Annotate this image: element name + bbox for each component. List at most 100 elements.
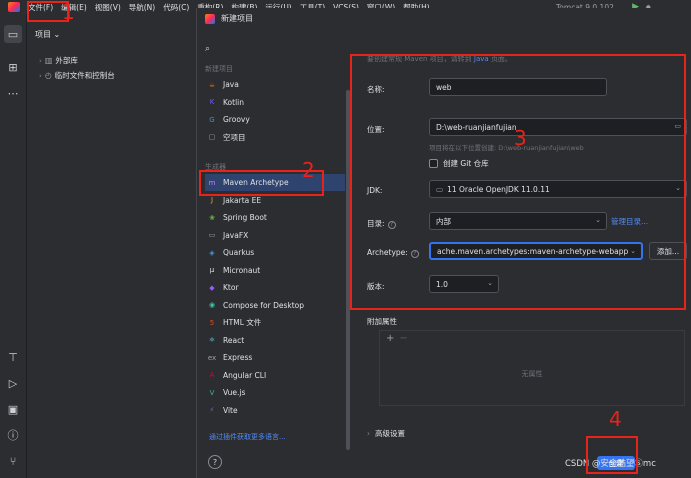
remove-icon[interactable]: − <box>399 333 407 344</box>
dialog-title: 新建项目 <box>221 14 253 23</box>
sidebar-item-empty-project[interactable]: ▢ 空项目 <box>205 129 345 146</box>
java-page-link[interactable]: Java <box>474 55 489 63</box>
sidebar-scrollbar[interactable] <box>346 90 350 450</box>
structure-icon[interactable]: ⊞ <box>4 58 22 76</box>
sidebar-item-javafx[interactable]: ▭ JavaFX <box>205 227 345 244</box>
search-icon[interactable]: ⌕ <box>205 44 210 54</box>
menu-view[interactable]: 视图(V) <box>91 2 125 13</box>
sidebar-item-label: Jakarta EE <box>223 195 262 205</box>
sidebar-item-vite[interactable]: ⚡ Vite <box>205 402 345 419</box>
help-icon[interactable]: ? <box>208 455 222 469</box>
checkbox-box[interactable] <box>429 159 438 168</box>
chevron-right-icon[interactable]: › <box>39 72 42 80</box>
chevron-right-icon[interactable]: › <box>39 57 42 65</box>
scratch-icon: ◴ <box>44 71 52 80</box>
name-input[interactable]: web <box>429 78 607 96</box>
add-archetype-button[interactable]: 添加... <box>649 242 687 260</box>
git-icon[interactable]: ⑂ <box>4 452 22 470</box>
menu-navigate[interactable]: 导航(N) <box>125 2 159 13</box>
project-panel-header[interactable]: 项目 ⌄ <box>35 29 60 40</box>
sidebar-item-label: 空项目 <box>223 132 246 142</box>
sidebar-item-label: Compose for Desktop <box>223 300 305 310</box>
sidebar-item-label: Kotlin <box>223 97 244 107</box>
chevron-down-icon[interactable]: ⌄ <box>595 216 601 224</box>
sidebar-item-label: Groovy <box>223 115 250 124</box>
jakarta-icon: J <box>210 196 214 204</box>
git-checkbox[interactable]: 创建 Git 仓库 <box>429 158 489 169</box>
sidebar-item-label: Micronaut <box>223 265 261 275</box>
ktor-icon: ◆ <box>209 283 215 292</box>
sidebar-item-label: Maven Archetype <box>223 178 289 187</box>
sidebar-item-vue[interactable]: V Vue.js <box>205 384 345 401</box>
extra-props-title: 附加属性 <box>367 317 397 326</box>
advanced-settings-toggle[interactable]: › 高级设置 <box>367 428 405 439</box>
java-icon: ☕ <box>208 80 216 89</box>
services-icon[interactable]: ▷ <box>4 374 22 392</box>
sidebar-item-micronaut[interactable]: μ Micronaut <box>205 262 345 279</box>
form-description: 要创建常规 Maven 项目，请转到 Java 页面。 <box>367 55 512 63</box>
group-label-generators: 生成器 <box>205 163 226 171</box>
version-label: 版本: <box>367 282 385 291</box>
build-icon[interactable]: ⊤ <box>4 348 22 366</box>
kotlin-icon: K <box>209 98 215 106</box>
git-checkbox-label: 创建 Git 仓库 <box>443 159 489 168</box>
tree-item-label: 外部库 <box>55 56 78 65</box>
folder-icon[interactable]: ▭ <box>4 25 22 43</box>
project-panel-title: 项目 <box>35 30 51 39</box>
more-icon[interactable]: ⋯ <box>4 84 22 102</box>
sidebar-item-jakarta[interactable]: J Jakarta EE <box>205 192 345 209</box>
chevron-down-icon[interactable]: ⌄ <box>675 184 681 192</box>
html-icon: 5 <box>209 318 215 327</box>
props-toolbar: + − <box>386 333 408 344</box>
add-icon[interactable]: + <box>386 333 394 344</box>
archetype-label: Archetype:? <box>367 248 419 258</box>
sidebar-item-compose[interactable]: ◉ Compose for Desktop <box>205 297 345 314</box>
sidebar-item-kotlin[interactable]: K Kotlin <box>205 94 345 111</box>
chevron-down-icon[interactable]: ⌄ <box>487 279 493 287</box>
groovy-icon: G <box>209 115 215 124</box>
sidebar-item-groovy[interactable]: G Groovy <box>205 111 345 128</box>
maven-icon: m <box>208 178 216 187</box>
help-icon[interactable]: ? <box>410 250 419 258</box>
sidebar-item-label: Vite <box>223 405 238 415</box>
plugin-link[interactable]: 通过插件获取更多语言... <box>209 432 286 442</box>
vue-icon: V <box>209 388 215 397</box>
spring-icon: ❀ <box>209 213 215 222</box>
sidebar-item-express[interactable]: ex Express <box>205 349 345 366</box>
sidebar-item-quarkus[interactable]: ◈ Quarkus <box>205 244 345 261</box>
folder-browse-icon[interactable]: ▭ <box>674 122 681 130</box>
react-icon: ⚛ <box>208 336 216 344</box>
terminal-icon[interactable]: ▣ <box>4 400 22 418</box>
watermark-text: CSDN @安全酷望Ⓢmc <box>565 459 656 469</box>
advanced-settings-label: 高级设置 <box>375 429 405 438</box>
vite-icon: ⚡ <box>209 406 215 414</box>
manage-catalogs-link[interactable]: 管理目录... <box>611 216 648 227</box>
catalog-select[interactable]: 内部 ⌄ <box>429 212 607 230</box>
menu-file[interactable]: 文件(F) <box>24 2 57 13</box>
chevron-down-icon[interactable]: ⌄ <box>630 247 636 255</box>
version-select[interactable]: 1.0 ⌄ <box>429 275 499 293</box>
location-input[interactable]: D:\web-ruanjianfujian ▭ <box>429 118 687 136</box>
tree-item-external-libs[interactable]: › ▥ 外部库 <box>39 55 78 66</box>
location-hint: 项目将在以下位置创建: D:\web-ruanjianfujian\web <box>429 144 584 152</box>
sidebar-item-angular[interactable]: A Angular CLI <box>205 367 345 384</box>
archetype-select[interactable]: ache.maven.archetypes:maven-archetype-we… <box>429 242 643 260</box>
sidebar-item-html[interactable]: 5 HTML 文件 <box>205 314 345 331</box>
menu-code[interactable]: 代码(C) <box>159 2 193 13</box>
sidebar-item-label: Express <box>223 353 253 362</box>
sidebar-item-react[interactable]: ⚛ React <box>205 332 345 349</box>
sidebar-item-label: React <box>223 335 245 345</box>
annotation-number-4: 4 <box>609 407 622 431</box>
chevron-right-icon[interactable]: › <box>367 429 370 438</box>
help-icon[interactable]: ? <box>387 221 396 229</box>
sidebar-item-label: HTML 文件 <box>223 318 262 327</box>
sidebar-item-spring[interactable]: ❀ Spring Boot <box>205 209 345 226</box>
sidebar-item-ktor[interactable]: ◆ Ktor <box>205 279 345 296</box>
problems-icon[interactable]: ⓘ <box>4 426 22 444</box>
extra-props-table[interactable]: + − 无属性 <box>379 330 685 406</box>
jdk-select[interactable]: ▭ 11 Oracle OpenJDK 11.0.11 ⌄ <box>429 180 687 198</box>
compose-icon: ◉ <box>208 301 216 309</box>
sidebar-item-java[interactable]: ☕ Java <box>205 76 345 93</box>
tree-item-scratches[interactable]: › ◴ 临时文件和控制台 <box>39 70 115 81</box>
sidebar-item-maven[interactable]: m Maven Archetype <box>205 174 345 191</box>
